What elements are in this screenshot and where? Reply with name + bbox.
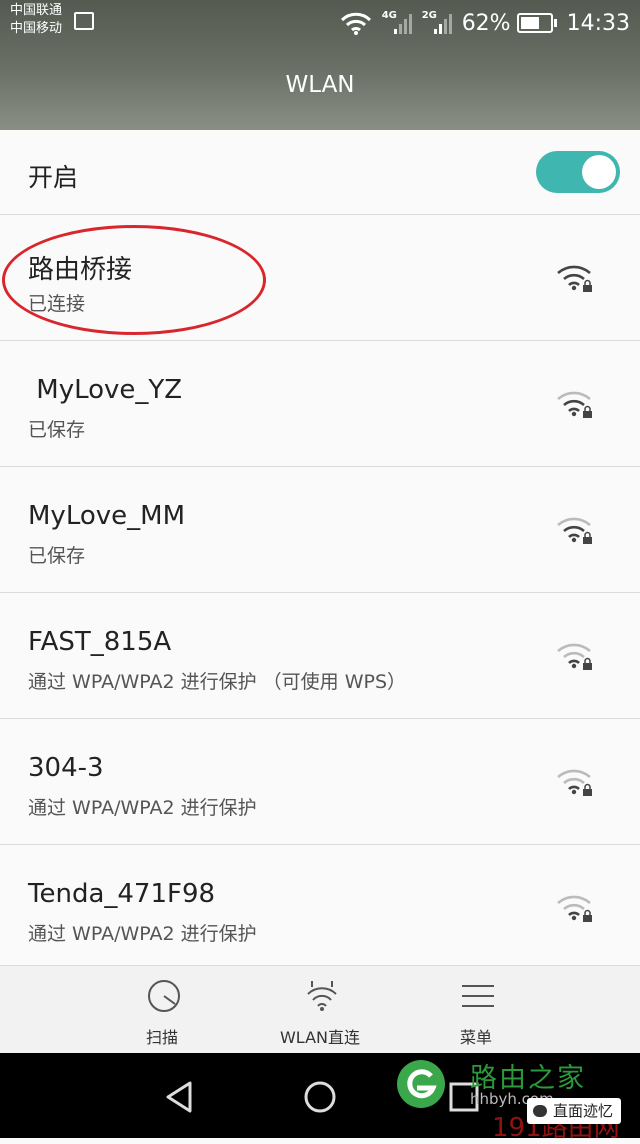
carrier-1: 中国联通 — [10, 3, 63, 18]
switch-knob — [582, 155, 616, 189]
scan-icon — [148, 980, 180, 1012]
network-status: 已保存 — [28, 419, 86, 441]
menu-button[interactable]: 菜单 — [416, 966, 536, 1054]
network-ssid: MyLove_YZ — [28, 375, 183, 405]
network-item[interactable]: FAST_815A 通过 WPA/WPA2 进行保护 （可使用 WPS） — [0, 593, 640, 719]
status-bar-right: 4G 2G 62% 14:33 — [340, 8, 630, 38]
network-status: 已保存 — [28, 545, 86, 567]
watermark-account-name: 直面迹忆 — [553, 1102, 614, 1120]
wechat-icon — [533, 1105, 547, 1117]
network-item[interactable]: MyLove_MM 已保存 — [0, 467, 640, 593]
wlan-direct-button[interactable]: WLAN直连 — [260, 966, 380, 1054]
network-item[interactable]: 路由桥接 已连接 — [0, 215, 640, 341]
carrier-info: 中国联通 中国移动 — [10, 2, 62, 38]
app-header: 中国联通 中国移动 4G 2G 62% 14:33 WLAN — [0, 0, 640, 130]
back-icon[interactable] — [160, 1077, 200, 1117]
home-icon[interactable] — [300, 1077, 340, 1117]
network-ssid: FAST_815A — [28, 627, 172, 657]
gallery-notification-icon — [74, 12, 94, 30]
wifi-locked-icon — [557, 769, 592, 796]
network-item[interactable]: MyLove_YZ 已保存 — [0, 341, 640, 467]
sim2-signal-icon: 2G — [422, 10, 452, 36]
wlan-toggle-label: 开启 — [28, 163, 79, 192]
network-status: 通过 WPA/WPA2 进行保护 — [28, 797, 257, 819]
battery-icon — [516, 13, 557, 33]
bottom-toolbar: 扫描 WLAN直连 菜单 — [0, 965, 640, 1054]
wifi-locked-icon — [557, 643, 592, 670]
menu-icon — [462, 985, 494, 1007]
battery-percent: 62% — [461, 10, 511, 36]
network-list: 路由桥接 已连接 MyLove_YZ 已保存 MyLove_MM 已保存 FAS… — [0, 215, 640, 969]
wifi-status-icon — [340, 12, 371, 35]
network-status: 通过 WPA/WPA2 进行保护 — [28, 923, 257, 945]
carrier-2: 中国移动 — [10, 21, 63, 36]
sim1-signal-icon: 4G — [382, 10, 412, 36]
page-title: WLAN — [285, 72, 355, 98]
network-ssid: 304-3 — [28, 753, 104, 783]
network-ssid: Tenda_471F98 — [28, 879, 216, 909]
watermark-logo — [397, 1060, 445, 1108]
network-item[interactable]: 304-3 通过 WPA/WPA2 进行保护 — [0, 719, 640, 845]
menu-label: 菜单 — [459, 1028, 492, 1047]
clock: 14:33 — [566, 10, 630, 36]
scan-label: 扫描 — [145, 1028, 178, 1047]
wifi-locked-icon — [557, 391, 592, 418]
wlan-direct-label: WLAN直连 — [279, 1028, 361, 1047]
wlan-direct-icon — [307, 981, 337, 1011]
network-ssid: MyLove_MM — [28, 501, 186, 531]
network-status: 通过 WPA/WPA2 进行保护 （可使用 WPS） — [28, 671, 407, 693]
network-item[interactable]: Tenda_471F98 通过 WPA/WPA2 进行保护 — [0, 845, 640, 969]
watermark-account: 直面迹忆 — [527, 1098, 622, 1124]
wifi-locked-icon — [557, 895, 592, 922]
wifi-locked-icon — [557, 517, 592, 544]
scan-button[interactable]: 扫描 — [102, 966, 222, 1054]
wifi-locked-icon — [557, 265, 592, 292]
network-status: 已连接 — [28, 293, 86, 315]
network-ssid: 路由桥接 — [28, 255, 133, 285]
